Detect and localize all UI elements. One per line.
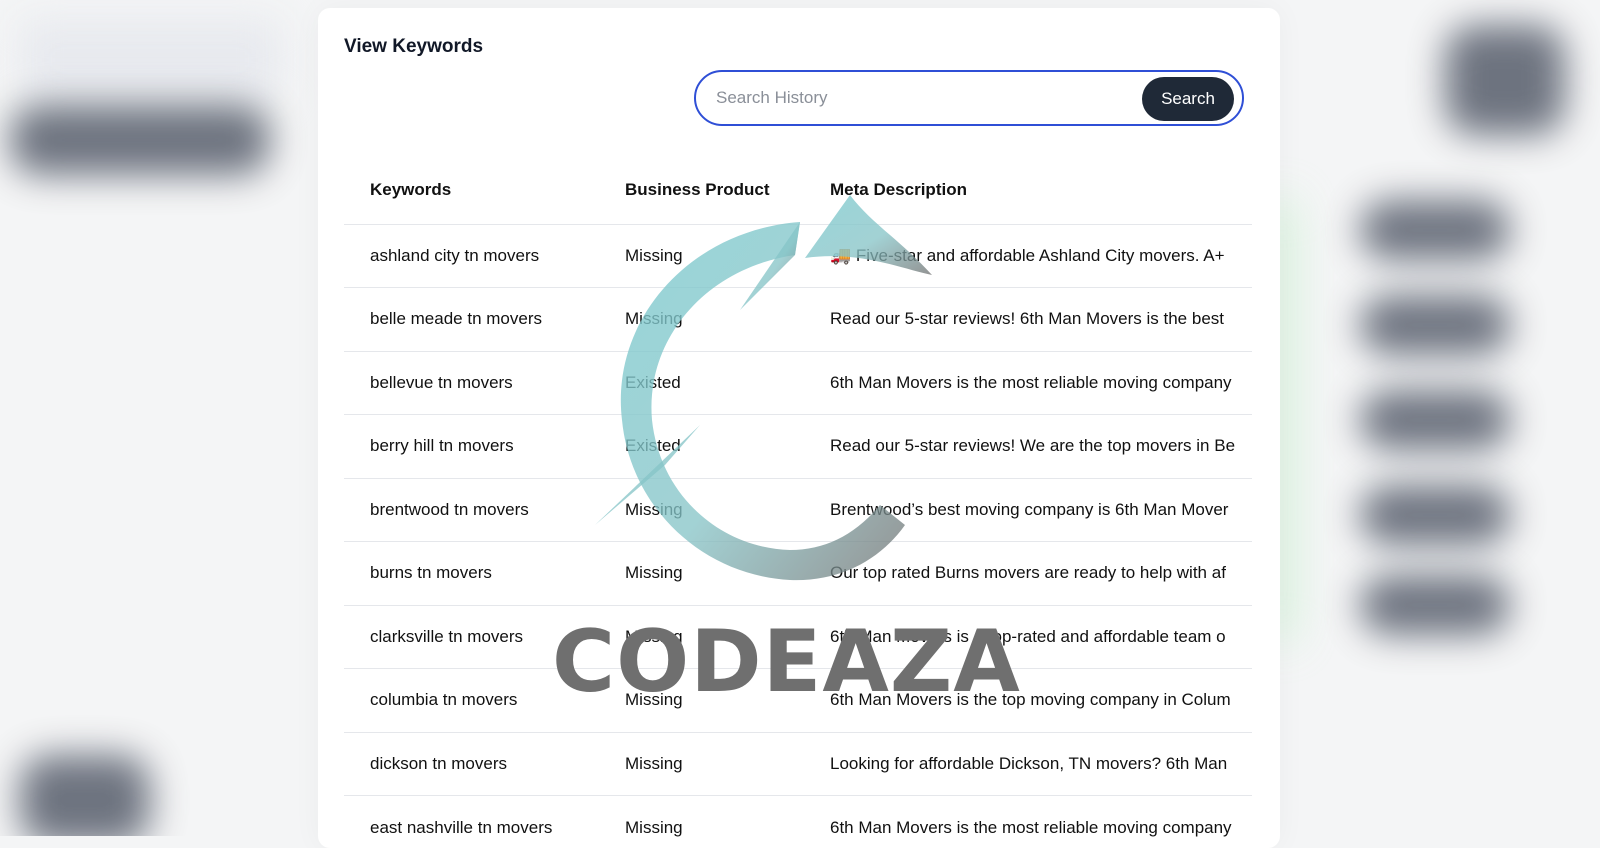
cell-keyword: dickson tn movers xyxy=(344,732,599,796)
cell-meta-description: 6th Man Movers is the top moving company… xyxy=(804,669,1252,733)
cell-meta-description: 6th Man Movers is a top-rated and afford… xyxy=(804,605,1252,669)
search-input[interactable] xyxy=(716,84,1116,112)
keywords-table: Keywords Business Product Meta Descripti… xyxy=(344,156,1252,848)
table-row[interactable]: dickson tn movers Missing Looking for af… xyxy=(344,732,1252,796)
cell-business-product: Missing xyxy=(599,224,804,288)
cell-keyword: brentwood tn movers xyxy=(344,478,599,542)
cell-keyword: bellevue tn movers xyxy=(344,351,599,415)
cell-business-product: Missing xyxy=(599,605,804,669)
cell-business-product: Existed xyxy=(599,351,804,415)
keywords-table-container: Keywords Business Product Meta Descripti… xyxy=(344,156,1252,848)
cell-meta-description: Our top rated Burns movers are ready to … xyxy=(804,542,1252,606)
table-row[interactable]: clarksville tn movers Missing 6th Man Mo… xyxy=(344,605,1252,669)
cell-keyword: burns tn movers xyxy=(344,542,599,606)
cell-keyword: belle meade tn movers xyxy=(344,288,599,352)
table-row[interactable]: belle meade tn movers Missing Read our 5… xyxy=(344,288,1252,352)
page-title: View Keywords xyxy=(344,36,483,58)
cell-keyword: east nashville tn movers xyxy=(344,796,599,848)
cell-meta-description: Read our 5-star reviews! 6th Man Movers … xyxy=(804,288,1252,352)
search-bar: Search xyxy=(694,70,1244,126)
cell-meta-description: Read our 5-star reviews! We are the top … xyxy=(804,415,1252,479)
cell-keyword: columbia tn movers xyxy=(344,669,599,733)
header-business-product[interactable]: Business Product xyxy=(599,156,804,224)
table-row[interactable]: bellevue tn movers Existed 6th Man Mover… xyxy=(344,351,1252,415)
cell-business-product: Missing xyxy=(599,542,804,606)
cell-business-product: Missing xyxy=(599,732,804,796)
cell-keyword: berry hill tn movers xyxy=(344,415,599,479)
search-button[interactable]: Search xyxy=(1142,77,1234,121)
cell-business-product: Missing xyxy=(599,478,804,542)
table-row[interactable]: ashland city tn movers Missing 🚚 Five-st… xyxy=(344,224,1252,288)
cell-meta-description: Brentwood’s best moving company is 6th M… xyxy=(804,478,1252,542)
table-row[interactable]: columbia tn movers Missing 6th Man Mover… xyxy=(344,669,1252,733)
cell-meta-description: 6th Man Movers is the most reliable movi… xyxy=(804,351,1252,415)
header-keywords[interactable]: Keywords xyxy=(344,156,599,224)
cell-business-product: Missing xyxy=(599,288,804,352)
cell-keyword: ashland city tn movers xyxy=(344,224,599,288)
cell-business-product: Missing xyxy=(599,796,804,848)
cell-meta-description: 6th Man Movers is the most reliable movi… xyxy=(804,796,1252,848)
cell-keyword: clarksville tn movers xyxy=(344,605,599,669)
table-row[interactable]: berry hill tn movers Existed Read our 5-… xyxy=(344,415,1252,479)
table-header-row: Keywords Business Product Meta Descripti… xyxy=(344,156,1252,224)
cell-meta-description: 🚚 Five-star and affordable Ashland City … xyxy=(804,224,1252,288)
header-meta-description[interactable]: Meta Description xyxy=(804,156,1252,224)
cell-business-product: Missing xyxy=(599,669,804,733)
cell-business-product: Existed xyxy=(599,415,804,479)
table-row[interactable]: burns tn movers Missing Our top rated Bu… xyxy=(344,542,1252,606)
cell-meta-description: Looking for affordable Dickson, TN mover… xyxy=(804,732,1252,796)
table-row[interactable]: brentwood tn movers Missing Brentwood’s … xyxy=(344,478,1252,542)
keywords-card: View Keywords Search Keywords Business P… xyxy=(318,8,1280,848)
table-row[interactable]: east nashville tn movers Missing 6th Man… xyxy=(344,796,1252,848)
